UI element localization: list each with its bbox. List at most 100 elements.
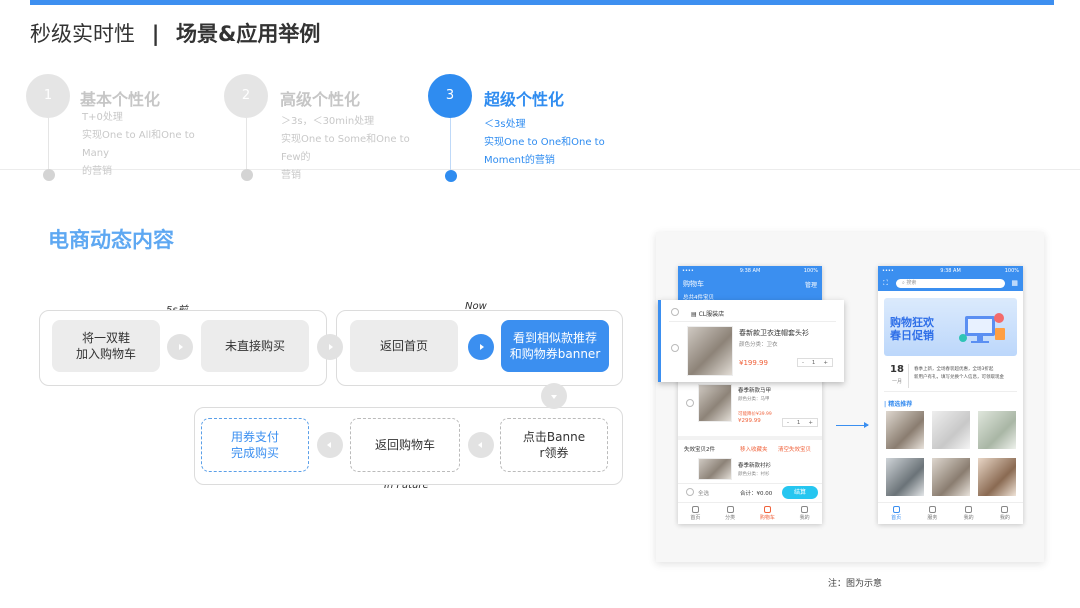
tab-category[interactable]: 分类 [725,506,735,521]
product-image[interactable] [932,458,970,496]
clear-invalid-link[interactable]: 清空失效宝贝 [778,445,811,453]
step-number-badge: 1 [26,74,70,118]
arrow-right-icon [836,422,869,428]
cart-header: 购物车 管理 [678,277,822,291]
step-description: ＜3s处理 实现One to One和One to Moment的营销 [484,119,605,166]
page-title-prefix: 秒级实时性 [30,22,135,46]
step-back-cart: 返回购物车 [350,418,460,472]
step-number-badge: 3 [428,74,472,118]
arrow-right-icon [167,334,193,360]
step-pay-with-coupon: 用券支付 完成购买 [201,418,309,472]
divider [678,436,822,440]
arrow-right-icon [317,334,343,360]
step-number-badge: 2 [224,74,268,118]
category-icon [726,506,734,513]
item-spec: 颜色分类：卫衣 [739,342,778,348]
step-description: T+0处理 实现One to All和One to Many 的营销 [82,112,195,177]
notice-section: 18 一月 春季上新，全场春装超优惠，全场3折起 新用户有礼，填写兑换个人信息，… [884,362,1017,392]
step-title: 高级个性化 [280,90,361,109]
status-bar: •••• 9:38 AM 100% [878,266,1023,277]
product-image[interactable] [978,458,1016,496]
product-thumbnail [698,384,732,422]
quantity-stepper[interactable]: -1 + [782,418,818,427]
divider [669,321,836,322]
arrow-left-icon [317,432,343,458]
status-bar: •••• 9:38 AM 100% [678,266,822,277]
select-all-label: 全选 [698,491,710,497]
step-dot [445,170,457,182]
tab-service[interactable]: 服务 [927,506,937,521]
step-back-home: 返回首页 [350,320,458,372]
step-not-bought: 未直接购买 [201,320,309,372]
item-price: ¥299.99 [738,418,761,424]
tab-favorites[interactable]: 我的 [964,506,974,521]
notice-list: 春季上新，全场春装超优惠，全场3折起 新用户有礼，填写兑换个人信息，可领取现金 [914,367,1004,380]
shop-checkbox[interactable] [671,308,679,316]
product-image[interactable] [886,458,924,496]
notice-date-day: 18 [890,364,904,375]
item-name: 春季新款衬衫 [738,463,772,469]
item-old-price: 可能降价¥39.99 [738,412,772,417]
checkout-button[interactable]: 结算 [782,486,818,499]
product-thumbnail [687,326,733,376]
banner-line-2: 春日促销 [890,329,934,342]
service-icon [928,506,936,513]
arrow-down-icon [541,383,567,409]
scan-icon[interactable]: ⛶ [883,279,888,288]
item-name: 春新款卫衣连帽套头衫 [739,329,809,337]
page-title-main: 场景&应用举例 [176,22,321,46]
cart-icon [763,506,771,513]
tab-home[interactable]: 首页 [891,506,901,521]
step-add-to-cart: 将一双鞋 加入购物车 [52,320,160,372]
tab-home[interactable]: 首页 [690,506,700,521]
home-icon [892,506,900,513]
item-checkbox[interactable] [686,399,694,407]
step-click-banner: 点击Banne r领券 [500,418,608,472]
tab-mine[interactable]: 我的 [1000,506,1010,521]
checkout-bar: 全选 合计：¥0.00 结算 [678,483,822,501]
divider [908,364,909,388]
highlighted-cart-item: ▤ CL服装店 春新款卫衣连帽套头衫 颜色分类：卫衣 ¥199.99 -1 + [658,300,844,382]
step-stem [450,118,451,170]
arrow-left-icon [468,432,494,458]
step-see-recommend: 看到相似款推荐 和购物券banner [501,320,609,372]
promo-banner[interactable]: 购物狂欢 春日促销 [884,298,1017,356]
footnote: 注：图为示意 [828,579,883,589]
product-thumbnail [698,458,732,480]
step-stem [48,118,49,170]
step-title: 超级个性化 [484,90,565,109]
select-all-checkbox[interactable] [686,488,694,496]
tab-mine[interactable]: 我的 [800,506,810,521]
home-icon [691,506,699,513]
search-input[interactable]: ⌕ 搜索 [896,279,1005,288]
qr-icon[interactable]: ▦ [1011,279,1018,287]
step-dot [43,169,55,181]
item-checkbox[interactable] [671,344,679,352]
user-icon [801,506,809,513]
item-name: 春季新款马甲 [738,388,772,394]
step-dot [241,169,253,181]
tab-bar: 首页 分类 购物车 我的 [678,502,822,524]
arrow-right-icon [468,334,494,360]
step-description: ＞3s，＜30min处理 实现One to Some和One to Few的 营… [281,116,410,181]
shop-name: ▤ CL服装店 [691,311,725,318]
product-image[interactable] [886,411,924,449]
move-to-favorites-link[interactable]: 移入收藏夹 [740,445,768,453]
phone-home-mockup: •••• 9:38 AM 100% ⛶ ⌕ 搜索 ▦ 购物狂欢 春日促销 18 … [878,266,1023,524]
product-image[interactable] [932,411,970,449]
invalid-items-title: 失效宝贝2件 [684,447,715,453]
page-title: 秒级实时性 | 场景&应用举例 [30,18,320,48]
cart-total: 合计：¥0.00 [740,491,773,497]
step-stem [246,118,247,170]
quantity-stepper[interactable]: -1 + [797,358,833,367]
item-spec: 颜色分类：马甲 [738,397,770,402]
product-image[interactable] [978,411,1016,449]
tab-cart[interactable]: 购物车 [760,506,775,521]
recommend-title: | 精选推荐 [884,401,913,408]
item-spec: 颜色分类：衬衫 [738,472,770,477]
search-header: ⛶ ⌕ 搜索 ▦ [878,277,1023,291]
item-price: ¥199.99 [739,359,768,367]
top-accent-bar [30,0,1054,5]
manage-link[interactable]: 管理 [805,280,817,289]
step-title: 基本个性化 [80,90,161,109]
